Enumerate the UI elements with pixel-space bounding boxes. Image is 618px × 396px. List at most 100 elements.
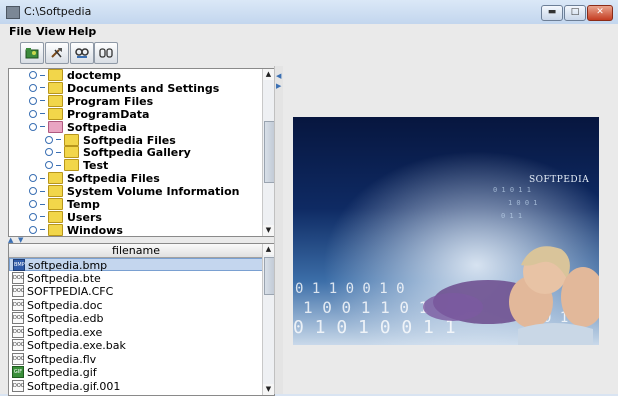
tree-item[interactable]: ProgramData — [29, 107, 149, 121]
expand-node-icon[interactable] — [29, 212, 37, 221]
expand-node-icon[interactable] — [29, 96, 37, 105]
file-row[interactable]: DOC Softpedia.bte — [9, 271, 263, 285]
tree-connector — [56, 151, 61, 153]
tree-connector — [40, 190, 45, 192]
expand-node-icon[interactable] — [45, 161, 53, 170]
split-divider[interactable]: ▲ ▼ — [8, 236, 274, 244]
tree-item[interactable]: Softpedia Files — [29, 172, 160, 185]
file-name: softpedia.bmp — [28, 259, 108, 272]
tree-item[interactable]: Users — [29, 210, 102, 224]
menu-file[interactable]: File — [9, 25, 32, 38]
tree-scrollbar[interactable]: ▲ ▼ — [262, 69, 274, 236]
file-row[interactable]: DOC Softpedia.flv — [9, 352, 263, 366]
doc-file-icon: DOC — [12, 298, 24, 311]
tree-item[interactable]: doctemp — [29, 69, 121, 82]
file-row[interactable]: DOC SOFTPEDIA.CFC — [9, 285, 263, 298]
expand-node-icon[interactable] — [29, 187, 37, 196]
file-name: Softpedia.gif.001 — [27, 379, 121, 393]
doc-file-icon: DOC — [12, 325, 24, 338]
file-name: Softpedia.edb — [27, 312, 104, 325]
tree-item[interactable]: Documents and Settings — [29, 81, 219, 95]
menu-help[interactable]: Help — [68, 25, 96, 38]
image-preview-panel: 0 1 0 1 1 1 0 0 1 0 1 1 0 1 1 0 0 1 0 1 … — [283, 66, 618, 394]
open-folder-icon — [25, 48, 39, 59]
tree-item-label: Users — [67, 210, 102, 224]
file-name: Softpedia.gif — [27, 366, 97, 379]
bmp-file-icon: BMP — [13, 259, 25, 271]
folder-icon — [48, 223, 63, 236]
folder-icon — [64, 146, 79, 159]
menu-bar: File View Help — [0, 24, 618, 40]
collapse-right-icon[interactable]: ▶ — [276, 82, 281, 90]
tree-item-label: Test — [83, 159, 109, 173]
tree-connector — [40, 74, 45, 76]
slideshow-button[interactable] — [94, 42, 118, 64]
tree-item[interactable]: Test — [45, 159, 108, 172]
svg-text:0 1 0 1 0 0 1 1: 0 1 0 1 0 0 1 1 — [293, 317, 456, 338]
tree-item[interactable]: Softpedia — [29, 120, 127, 134]
expand-node-icon[interactable] — [29, 174, 37, 183]
scroll-up-icon[interactable]: ▲ — [263, 244, 274, 255]
collapse-left-icon[interactable]: ◀ — [276, 72, 281, 80]
file-row[interactable]: DOC Softpedia.doc — [9, 298, 263, 312]
file-name: Softpedia.bte — [27, 271, 101, 285]
svg-text:0 1 0 1 1: 0 1 0 1 1 — [493, 186, 531, 194]
folder-icon — [48, 172, 63, 185]
file-row[interactable]: DOC Softpedia.exe.bak — [9, 339, 263, 352]
doc-file-icon: DOC — [12, 352, 24, 365]
tree-connector — [40, 216, 45, 218]
expand-node-icon[interactable] — [29, 83, 37, 92]
preview-image: 0 1 0 1 1 1 0 0 1 0 1 1 0 1 1 0 0 1 0 1 … — [293, 117, 599, 345]
close-button[interactable]: ✕ — [587, 5, 613, 21]
tree-connector — [40, 126, 45, 128]
tree-item[interactable]: Windows — [29, 223, 123, 236]
view-button[interactable] — [70, 42, 94, 64]
tree-item[interactable]: Softpedia Files — [45, 133, 176, 147]
menu-view[interactable]: View — [36, 25, 66, 38]
scroll-down-icon[interactable]: ▼ — [263, 384, 274, 395]
expand-node-icon[interactable] — [29, 122, 37, 131]
tree-connector — [40, 113, 45, 115]
app-window: C:\Softpedia ▬ □ ✕ File View Help doctem… — [0, 0, 618, 396]
file-row[interactable]: DOC Softpedia.gif.001 — [9, 379, 263, 393]
tree-item[interactable]: System Volume Information — [29, 185, 239, 198]
tree-item[interactable]: Temp — [29, 198, 100, 211]
folder-icon — [48, 81, 63, 94]
title-bar[interactable]: C:\Softpedia ▬ □ ✕ — [0, 0, 618, 25]
doc-file-icon: DOC — [12, 379, 24, 392]
tree-item-label: Program Files — [67, 94, 154, 108]
folder-icon — [48, 198, 63, 210]
file-row[interactable]: GIF Softpedia.gif — [9, 366, 263, 379]
file-list[interactable]: filename BMP softpedia.bmp DOC Softpedia.bt… — [8, 243, 275, 396]
open-folder-button[interactable] — [20, 42, 44, 64]
filelist-scrollbar[interactable]: ▲ ▼ — [262, 244, 274, 395]
tree-item[interactable]: Softpedia Gallery — [45, 146, 191, 159]
expand-node-icon[interactable] — [29, 225, 37, 234]
file-row[interactable]: DOC Softpedia.edb — [9, 312, 263, 325]
folder-tree[interactable]: doctemp Documents and Settings Program Fil… — [8, 68, 275, 237]
window-title: C:\Softpedia — [24, 5, 92, 18]
gif-file-icon: GIF — [12, 366, 24, 378]
tools-button[interactable] — [45, 42, 69, 64]
expand-node-icon[interactable] — [45, 135, 53, 144]
tree-connector — [56, 139, 61, 140]
view-icon — [75, 48, 89, 58]
tree-item[interactable]: Program Files — [29, 94, 154, 108]
file-row[interactable]: DOC Softpedia.exe — [9, 325, 263, 339]
file-row[interactable]: BMP softpedia.bmp — [9, 258, 263, 272]
doc-file-icon: DOC — [12, 271, 24, 284]
expand-node-icon[interactable] — [29, 200, 37, 208]
minimize-button[interactable]: ▬ — [541, 5, 563, 21]
expand-node-icon[interactable] — [29, 109, 37, 118]
tree-item-label: Temp — [67, 198, 100, 211]
expand-node-icon[interactable] — [45, 148, 53, 157]
maximize-button[interactable]: □ — [564, 5, 586, 21]
scroll-down-icon[interactable]: ▼ — [263, 225, 274, 236]
doc-file-icon: DOC — [12, 312, 24, 324]
scroll-up-icon[interactable]: ▲ — [263, 69, 274, 80]
expand-node-icon[interactable] — [29, 71, 37, 79]
toolbar — [0, 40, 618, 66]
folder-icon — [64, 133, 79, 146]
tree-item-label: Softpedia Files — [67, 172, 160, 186]
column-header-filename[interactable]: filename — [9, 244, 263, 258]
